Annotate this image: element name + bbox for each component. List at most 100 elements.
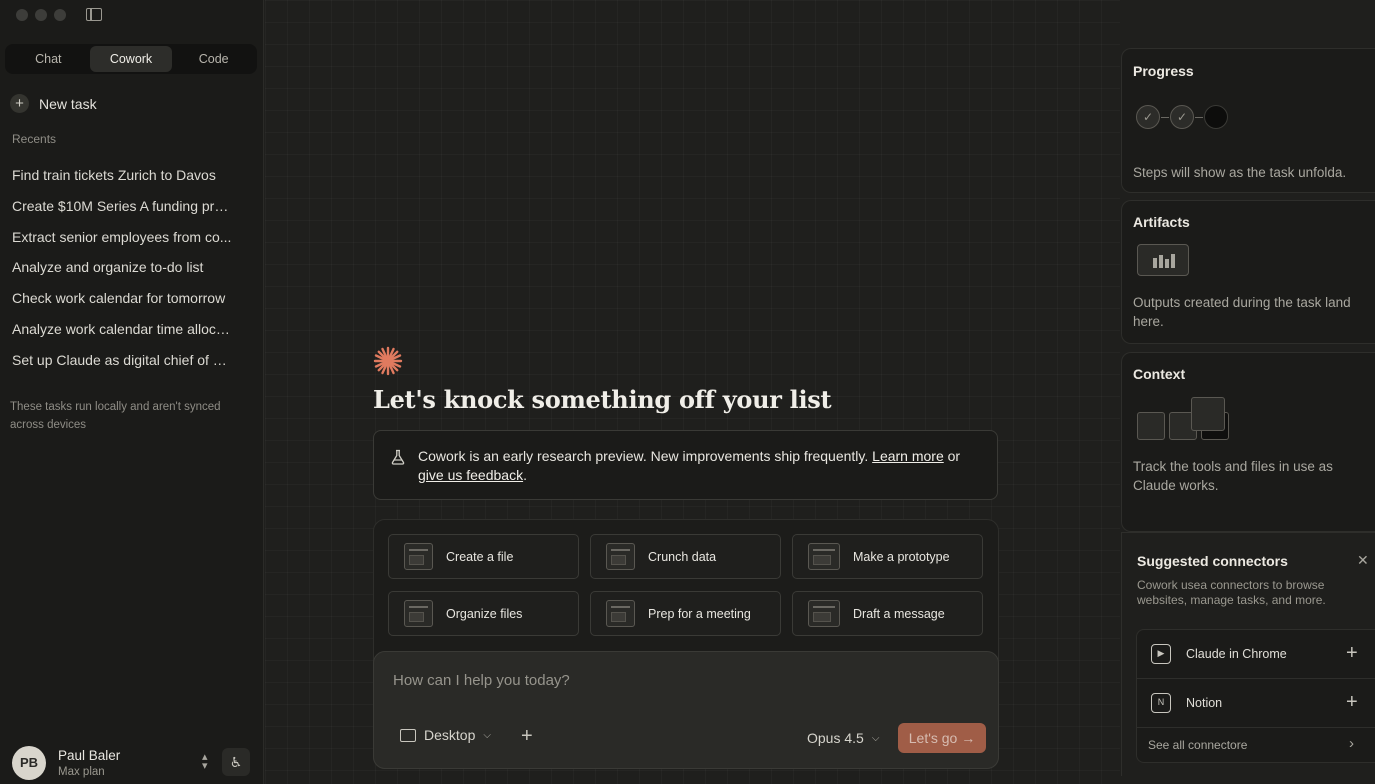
connector-name: Claude in Chrome [1186,647,1287,661]
connector-item-chrome[interactable]: ▶ Claude in Chrome + [1137,630,1375,679]
page-title: Let's knock something off your list [373,385,832,414]
tile-label: Prep for a meeting [648,606,751,621]
avatar: PB [12,746,46,780]
flask-icon [391,449,405,465]
prompt-input[interactable] [393,672,973,689]
crunch-data-tile[interactable]: Crunch data [590,534,781,579]
progress-desc: Steps will show as the task unfolda. [1133,165,1347,180]
research-preview-notice: Cowork is an early research preview. New… [373,430,998,500]
notion-icon: N [1151,693,1171,713]
progress-steps: ✓ ✓ [1136,105,1228,129]
connector-item-notion[interactable]: N Notion + [1137,679,1375,728]
notice-message: Cowork is an early research preview. New… [418,448,869,464]
recent-item[interactable]: Create $10M Series A funding pre... [0,191,244,222]
meeting-thumb-icon [606,600,635,627]
see-all-connectors-link[interactable]: See all connectore › [1137,728,1375,762]
make-prototype-tile[interactable]: Make a prototype [792,534,983,579]
figure-icon[interactable]: ♿ [222,748,250,776]
chrome-icon: ▶ [1151,644,1171,664]
tile-label: Create a file [446,549,514,564]
folder-selector[interactable]: Desktop ⌵ [400,727,491,743]
sidebar: Chat Cowork Code + New task Recents Find… [0,0,264,784]
submit-label: Let's go [908,730,958,746]
tile-label: Draft a message [853,606,945,621]
user-plan: Max plan [58,766,105,778]
artifacts-panel: Artifacts Outputs created during the tas… [1121,200,1375,344]
create-file-tile[interactable]: Create a file [388,534,579,579]
tab-cowork[interactable]: Cowork [89,46,173,72]
folder-thumb-icon [404,600,433,627]
artifacts-desc: Outputs created during the task land her… [1133,295,1351,329]
zoom-window-button[interactable] [54,9,66,21]
local-sync-note: These tasks run locally and aren't synce… [10,401,221,431]
window-controls [16,9,66,21]
user-account[interactable]: PB Paul Baler Max plan ▴ ▾ ♿ [0,738,264,784]
context-panel: Context Track the tools and files in use… [1121,352,1375,532]
composer: Desktop ⌵ + Opus 4.5 ⌵ Let's go → [373,651,999,769]
new-task-button[interactable]: + New task [10,94,97,113]
bar-chart-icon [1137,244,1189,276]
tab-chat[interactable]: Chat [7,46,90,72]
mode-tabs: Chat Cowork Code [5,44,257,74]
submit-button[interactable]: Let's go → [898,723,986,753]
connectors-title: Suggested connectors [1137,553,1288,569]
message-thumb-icon [808,600,840,627]
context-title: Context [1133,366,1186,382]
claude-spark-icon [373,346,403,376]
step-done-icon: ✓ [1170,105,1194,129]
recent-item[interactable]: Find train tickets Zurich to Davos [0,160,244,191]
recent-item[interactable]: Analyze work calendar time alloca... [0,314,244,345]
connector-name: Notion [1186,696,1223,710]
notice-text: Cowork is an early research preview. New… [418,447,978,485]
folder-icon [400,728,416,742]
folder-label: Desktop [424,727,476,743]
notice-period: . [523,467,527,483]
feedback-link[interactable]: give us feedback [418,467,523,483]
step-pending-icon [1204,105,1228,129]
chevron-down-icon: ⌵ [871,732,880,744]
notice-or: or [947,448,961,464]
arrow-right-icon: → [961,730,976,746]
see-all-label: See all connectore [1148,738,1248,752]
recent-item[interactable]: Check work calendar for tomorrow [0,283,244,314]
plus-icon: + [10,94,29,113]
new-task-label: New task [39,95,97,112]
progress-panel: Progress ✓ ✓ Steps will show as the task… [1121,48,1375,193]
account-switch-icon[interactable]: ▴ ▾ [202,752,208,772]
chevron-right-icon: › [1349,735,1354,752]
close-window-button[interactable] [16,9,28,21]
chart-thumb-icon [606,543,635,570]
add-connector-icon[interactable]: + [1346,642,1358,665]
add-connector-icon[interactable]: + [1346,691,1358,714]
connectors-desc: Cowork usea connectors to browse website… [1137,578,1326,607]
recent-item[interactable]: Extract senior employees from co... [0,222,244,253]
minimize-window-button[interactable] [35,9,47,21]
sidebar-toggle-icon[interactable] [86,8,102,21]
step-done-icon: ✓ [1136,105,1160,129]
add-attachment-button[interactable]: + [521,726,533,746]
learn-more-link[interactable]: Learn more [872,448,944,464]
model-label: Opus 4.5 [807,730,864,746]
close-icon[interactable]: ✕ [1357,552,1369,569]
tile-label: Organize files [446,606,523,621]
connector-list: ▶ Claude in Chrome + N Notion + See all … [1136,629,1375,763]
chevron-down-icon: ⌵ [483,729,491,741]
suggested-connectors: Suggested connectors ✕ Cowork usea conne… [1121,532,1375,776]
document-thumb-icon [404,543,433,570]
prep-meeting-tile[interactable]: Prep for a meeting [590,591,781,636]
organize-files-tile[interactable]: Organize files [388,591,579,636]
recents-list: Find train tickets Zurich to Davos Creat… [0,160,264,376]
recent-item[interactable]: Set up Claude as digital chief of st... [0,345,244,376]
tile-label: Make a prototype [853,549,950,564]
model-selector[interactable]: Opus 4.5 ⌵ [807,730,879,746]
context-files-icon [1137,395,1237,441]
draft-message-tile[interactable]: Draft a message [792,591,983,636]
tab-code[interactable]: Code [172,46,255,72]
browser-thumb-icon [808,543,840,570]
recents-heading: Recents [12,132,57,146]
artifacts-title: Artifacts [1133,214,1190,230]
recent-item[interactable]: Analyze and organize to-do list [0,252,244,283]
progress-title: Progress [1133,63,1194,79]
user-name: Paul Baler [58,748,121,763]
context-desc: Track the tools and files in use as Clau… [1133,459,1333,493]
